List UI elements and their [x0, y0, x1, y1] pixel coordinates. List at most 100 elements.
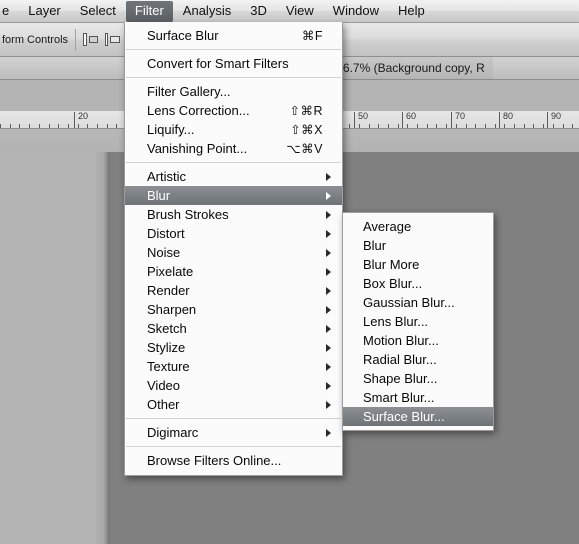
menu-item-label: Gaussian Blur... — [363, 295, 455, 310]
blur-submenu-item-radial-blur[interactable]: Radial Blur... — [343, 350, 493, 369]
submenu-arrow-icon — [326, 191, 331, 200]
ruler-minor-tick — [19, 124, 20, 128]
menu-item-shortcut: ⌘F — [301, 29, 323, 43]
filter-menu-item-other[interactable]: Other — [125, 395, 342, 414]
filter-menu-item-surface-blur[interactable]: Surface Blur ⌘F — [125, 26, 342, 45]
filter-menu-item-pixelate[interactable]: Pixelate — [125, 262, 342, 281]
menu-separator — [126, 162, 341, 163]
blur-submenu-item-shape-blur[interactable]: Shape Blur... — [343, 369, 493, 388]
ruler-minor-tick — [87, 124, 88, 128]
ruler-minor-tick — [563, 124, 564, 128]
filter-menu-item-artistic[interactable]: Artistic — [125, 167, 342, 186]
menu-item-label: Digimarc — [147, 425, 199, 440]
align-left-edges-icon[interactable] — [83, 33, 99, 46]
ruler-minor-tick — [29, 124, 30, 128]
blur-submenu-item-smart-blur[interactable]: Smart Blur... — [343, 388, 493, 407]
ruler-major-tick — [499, 112, 500, 128]
submenu-arrow-icon — [326, 400, 331, 409]
menu-item-label: Liquify... — [147, 122, 195, 137]
menubar-item-e[interactable]: e — [0, 1, 18, 22]
menu-item-label: Motion Blur... — [363, 333, 439, 348]
ruler-minor-tick — [378, 124, 379, 128]
filter-menu-item-brush-strokes[interactable]: Brush Strokes — [125, 205, 342, 224]
ruler-minor-tick — [514, 124, 515, 128]
ruler-minor-tick — [398, 124, 399, 128]
ruler-minor-tick — [39, 124, 40, 128]
filter-menu-item-digimarc[interactable]: Digimarc — [125, 423, 342, 442]
filter-menu-item-render[interactable]: Render — [125, 281, 342, 300]
menubar-item-help[interactable]: Help — [389, 1, 434, 22]
filter-menu-item-texture[interactable]: Texture — [125, 357, 342, 376]
options-separator — [75, 28, 77, 51]
ruler-minor-tick — [417, 124, 418, 128]
ruler-number: 70 — [455, 111, 466, 121]
menubar-item-analysis[interactable]: Analysis — [174, 1, 240, 22]
menu-separator — [126, 446, 341, 447]
menu-item-label: Blur More — [363, 257, 420, 272]
menubar-item-window[interactable]: Window — [324, 1, 388, 22]
menu-item-label: Other — [147, 397, 180, 412]
menu-item-label: Sketch — [147, 321, 187, 336]
menu-item-label: Texture — [147, 359, 190, 374]
blur-submenu-item-gaussian-blur[interactable]: Gaussian Blur... — [343, 293, 493, 312]
submenu-arrow-icon — [326, 248, 331, 257]
filter-menu-item-noise[interactable]: Noise — [125, 243, 342, 262]
filter-menu-item-lens-correction[interactable]: Lens Correction... ⇧⌘R — [125, 101, 342, 120]
menubar-item-3d[interactable]: 3D — [241, 1, 276, 22]
menu-item-label: Pixelate — [147, 264, 194, 279]
menu-item-label: Box Blur... — [363, 276, 423, 291]
submenu-arrow-icon — [326, 324, 331, 333]
menu-item-label: Browse Filters Online... — [147, 453, 282, 468]
menu-item-label: Convert for Smart Filters — [147, 56, 289, 71]
blur-submenu-item-blur[interactable]: Blur — [343, 236, 493, 255]
align-horizontal-centers-icon[interactable] — [105, 33, 121, 46]
submenu-arrow-icon — [326, 229, 331, 238]
filter-menu-item-vanishing-point[interactable]: Vanishing Point... ⌥⌘V — [125, 139, 342, 158]
filter-menu-item-sketch[interactable]: Sketch — [125, 319, 342, 338]
ruler-minor-tick — [524, 124, 525, 128]
blur-submenu-item-lens-blur[interactable]: Lens Blur... — [343, 312, 493, 331]
menu-item-label: Stylize — [147, 340, 186, 355]
ruler-minor-tick — [427, 124, 428, 128]
menu-separator — [126, 77, 341, 78]
blur-submenu-item-box-blur[interactable]: Box Blur... — [343, 274, 493, 293]
ruler-minor-tick — [543, 124, 544, 128]
ruler-minor-tick — [0, 124, 1, 128]
ruler-number: 80 — [503, 111, 514, 121]
filter-menu-item-distort[interactable]: Distort — [125, 224, 342, 243]
filter-menu-item-video[interactable]: Video — [125, 376, 342, 395]
menu-item-label: Surface Blur — [147, 28, 219, 43]
submenu-arrow-icon — [326, 210, 331, 219]
ruler-minor-tick — [78, 124, 79, 128]
filter-menu-item-filter-gallery[interactable]: Filter Gallery... — [125, 82, 342, 101]
ruler-minor-tick — [359, 124, 360, 128]
blur-submenu-item-blur-more[interactable]: Blur More — [343, 255, 493, 274]
menubar-item-select[interactable]: Select — [71, 1, 125, 22]
ruler-major-tick — [547, 112, 548, 128]
blur-submenu-item-motion-blur[interactable]: Motion Blur... — [343, 331, 493, 350]
blur-submenu-panel[interactable]: Average Blur Blur More Box Blur... Gaussian … — [342, 212, 494, 431]
ruler-major-tick — [354, 112, 355, 128]
filter-menu-item-browse-filters-online[interactable]: Browse Filters Online... — [125, 451, 342, 470]
filter-menu-item-convert-for-smart-filters[interactable]: Convert for Smart Filters — [125, 54, 342, 73]
menubar-item-filter[interactable]: Filter — [125, 0, 173, 22]
filter-menu-panel[interactable]: Surface Blur ⌘F Convert for Smart Filters F… — [124, 22, 343, 476]
blur-submenu-item-surface-blur[interactable]: Surface Blur... — [343, 407, 493, 426]
submenu-arrow-icon — [326, 172, 331, 181]
ruler-minor-tick — [533, 124, 534, 128]
menubar-item-layer[interactable]: Layer — [19, 1, 70, 22]
blur-submenu-item-average[interactable]: Average — [343, 217, 493, 236]
ruler-minor-tick — [495, 124, 496, 128]
filter-menu-item-liquify[interactable]: Liquify... ⇧⌘X — [125, 120, 342, 139]
menu-bar[interactable]: e Layer Select Filter Analysis 3D View Window He… — [0, 0, 579, 23]
filter-menu-item-blur[interactable]: Blur — [125, 186, 342, 205]
filter-menu-item-stylize[interactable]: Stylize — [125, 338, 342, 357]
ruler-number: 20 — [78, 111, 89, 121]
ruler-number: 50 — [358, 111, 369, 121]
menu-item-label: Filter Gallery... — [147, 84, 231, 99]
filter-menu-item-sharpen[interactable]: Sharpen — [125, 300, 342, 319]
ruler-minor-tick — [436, 124, 437, 128]
menu-item-label: Lens Blur... — [363, 314, 429, 329]
menubar-item-view[interactable]: View — [277, 1, 323, 22]
menu-separator — [126, 49, 341, 50]
